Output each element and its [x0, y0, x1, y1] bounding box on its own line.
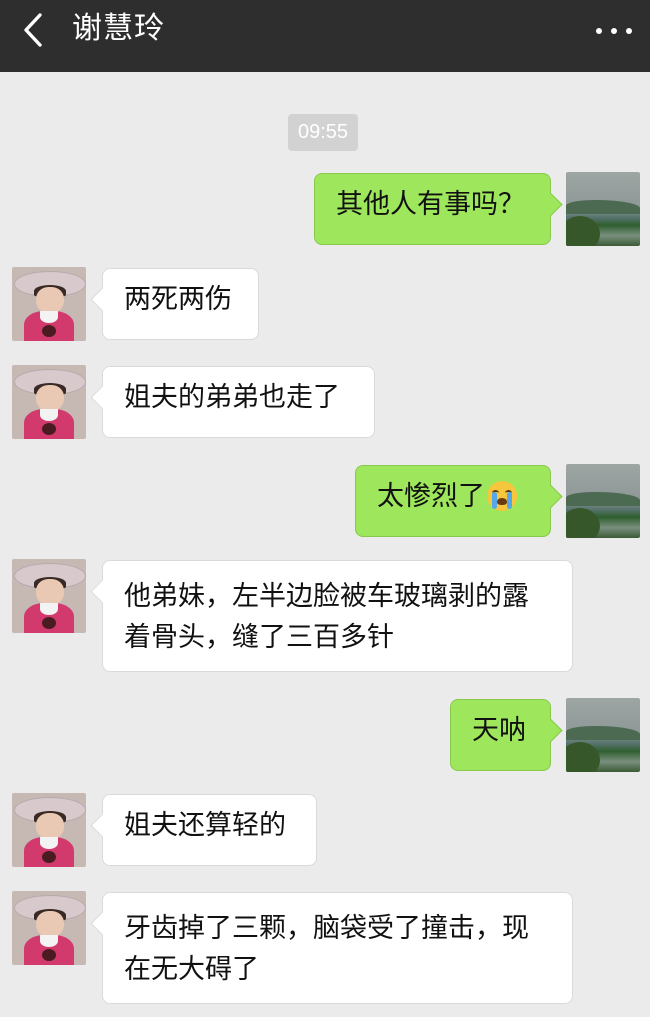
more-options-icon[interactable] [594, 18, 634, 42]
chat-title: 谢慧玲 [72, 11, 165, 46]
message-text: 两死两伤 [124, 284, 232, 315]
message-timestamp: 09:55 [288, 114, 359, 151]
contact-avatar[interactable] [12, 793, 86, 867]
message-bubble-sent[interactable]: 天呐 [450, 699, 551, 771]
loudly-crying-emoji-icon [487, 481, 517, 511]
message-text: 太惨烈了 [377, 481, 485, 512]
contact-avatar[interactable] [12, 891, 86, 965]
message-bubble-received[interactable]: 姐夫还算轻的 [102, 794, 317, 866]
my-avatar[interactable] [566, 172, 640, 246]
message-bubble-received[interactable]: 姐夫的弟弟也走了 [102, 366, 375, 438]
message-bubble-sent[interactable]: 太惨烈了 [355, 465, 551, 537]
message-text: 姐夫的弟弟也走了 [124, 382, 340, 413]
message-text: 牙齿掉了三颗，脑袋受了撞击，现在无大碍了 [124, 913, 529, 985]
message-text: 他弟妹，左半边脸被车玻璃剥的露着骨头，缝了三百多针 [124, 581, 529, 653]
message-bubble-sent[interactable]: 其他人有事吗？ [314, 173, 551, 245]
contact-avatar[interactable] [12, 267, 86, 341]
back-arrow-icon[interactable] [18, 10, 52, 50]
message-bubble-received[interactable]: 牙齿掉了三颗，脑袋受了撞击，现在无大碍了 [102, 892, 573, 1004]
message-bubble-received[interactable]: 两死两伤 [102, 268, 259, 340]
top-bar: 谢慧玲 [0, 0, 650, 72]
contact-avatar[interactable] [12, 559, 86, 633]
my-avatar[interactable] [566, 464, 640, 538]
message-text: 天呐 [472, 715, 526, 746]
message-text: 其他人有事吗？ [336, 189, 525, 220]
message-bubble-received[interactable]: 他弟妹，左半边脸被车玻璃剥的露着骨头，缝了三百多针 [102, 560, 573, 672]
my-avatar[interactable] [566, 698, 640, 772]
message-text: 姐夫还算轻的 [124, 810, 286, 841]
contact-avatar[interactable] [12, 365, 86, 439]
